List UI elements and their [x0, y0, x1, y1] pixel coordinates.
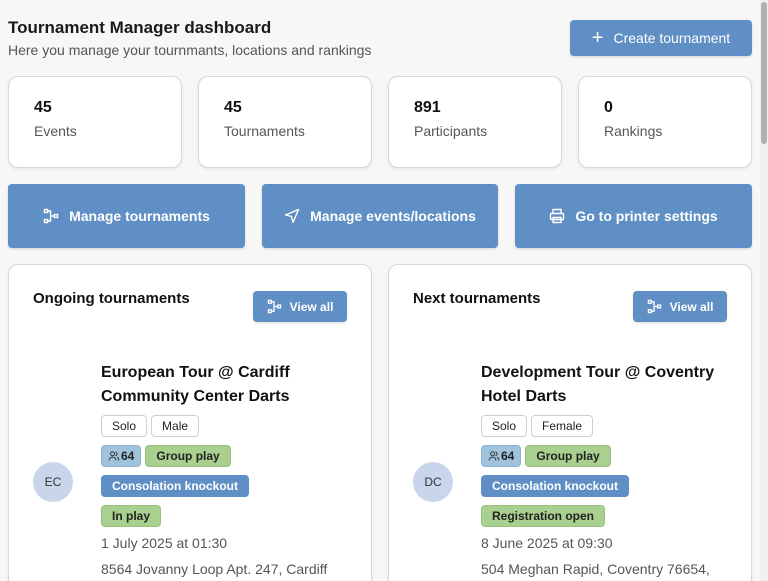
- stat-label: Participants: [414, 123, 488, 139]
- stat-value: 891: [414, 99, 441, 116]
- players-tag: 64: [481, 445, 522, 467]
- tournament-address: 8564 Jovanny Loop Apt. 247, Cardiff 1233…: [101, 561, 328, 577]
- format-tag: Group play: [525, 445, 611, 467]
- format-tag: Group play: [145, 445, 231, 467]
- printer-icon: [550, 208, 565, 224]
- stat-card-rankings: 0 Rankings: [578, 76, 752, 168]
- tournament-item[interactable]: Development Tour @ Coventry Hotel Darts …: [481, 361, 731, 581]
- stat-label: Events: [34, 123, 77, 139]
- tournament-date: 1 July 2025 at 01:30: [101, 535, 228, 551]
- knockout-tag: Consolation knockout: [101, 475, 249, 497]
- stat-value: 45: [34, 99, 52, 116]
- tournament-name[interactable]: European Tour @ Cardiff Community Center…: [101, 361, 351, 409]
- stat-card-events: 45 Events: [8, 76, 182, 168]
- view-all-label: View all: [289, 299, 334, 314]
- players-count: 64: [501, 449, 515, 463]
- create-tournament-button[interactable]: + Create tournament: [570, 20, 752, 56]
- bracket-icon: [267, 299, 281, 314]
- status-badge: In play: [101, 505, 162, 527]
- knockout-tag: Consolation knockout: [481, 475, 629, 497]
- printer-settings-button[interactable]: Go to printer settings: [515, 184, 752, 248]
- mode-tag: Solo: [101, 415, 148, 437]
- avatar: EC: [33, 462, 73, 502]
- manage-tournaments-button[interactable]: Manage tournaments: [8, 184, 245, 248]
- status-badge: Registration open: [481, 505, 606, 527]
- players-tag: 64: [101, 445, 142, 467]
- manage-events-label: Manage events/locations: [310, 208, 476, 224]
- printer-settings-label: Go to printer settings: [575, 208, 718, 224]
- page-subtitle: Here you manage your tournmants, locatio…: [8, 42, 372, 58]
- users-icon: [108, 451, 120, 461]
- tournament-tags: Solo Male 64 Group play Consolation knoc…: [101, 415, 351, 527]
- view-all-ongoing-button[interactable]: View all: [253, 291, 347, 322]
- users-icon: [488, 451, 500, 461]
- page-title: Tournament Manager dashboard: [8, 18, 272, 37]
- panel-title: Next tournaments: [413, 290, 541, 307]
- tournament-item[interactable]: European Tour @ Cardiff Community Center…: [101, 361, 351, 581]
- bracket-icon: [647, 299, 661, 314]
- page-header: Tournament Manager dashboard Here you ma…: [8, 18, 371, 58]
- manage-tournaments-label: Manage tournaments: [69, 208, 210, 224]
- bracket-icon: [43, 208, 59, 224]
- manage-events-button[interactable]: Manage events/locations: [262, 184, 498, 248]
- mode-tag: Solo: [481, 415, 528, 437]
- view-all-label: View all: [669, 299, 714, 314]
- view-all-next-button[interactable]: View all: [633, 291, 727, 322]
- gender-tag: Male: [151, 415, 200, 437]
- tournament-tags: Solo Female 64 Group play Consolation kn…: [481, 415, 731, 527]
- panel-title: Ongoing tournaments: [33, 290, 190, 307]
- tournament-name[interactable]: Development Tour @ Coventry Hotel Darts: [481, 361, 731, 409]
- stat-label: Rankings: [604, 123, 663, 139]
- plus-icon: +: [591, 27, 604, 49]
- stat-value: 0: [604, 99, 613, 116]
- ongoing-tournaments-panel: Ongoing tournaments View all EC European…: [8, 264, 372, 581]
- next-tournaments-panel: Next tournaments View all DC Development…: [388, 264, 752, 581]
- gender-tag: Female: [531, 415, 594, 437]
- page-scrollbar[interactable]: [760, 0, 768, 581]
- dashboard-page: Tournament Manager dashboard Here you ma…: [0, 0, 760, 581]
- scrollbar-thumb[interactable]: [761, 2, 767, 144]
- tournament-date: 8 June 2025 at 09:30: [481, 535, 613, 551]
- tournament-address: 504 Meghan Rapid, Coventry 76654, United…: [481, 561, 710, 577]
- stat-card-participants: 891 Participants: [388, 76, 562, 168]
- stat-card-tournaments: 45 Tournaments: [198, 76, 372, 168]
- players-count: 64: [121, 449, 135, 463]
- navigation-arrow-icon: [284, 208, 300, 224]
- avatar: DC: [413, 462, 453, 502]
- create-tournament-label: Create tournament: [613, 30, 731, 46]
- stat-label: Tournaments: [224, 123, 305, 139]
- stat-value: 45: [224, 99, 242, 116]
